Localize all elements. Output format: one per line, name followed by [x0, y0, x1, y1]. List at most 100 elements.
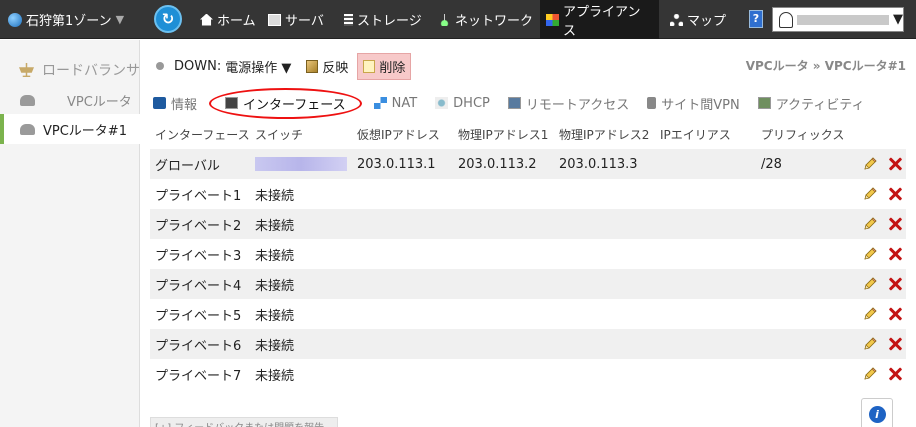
- info-icon: [153, 97, 166, 109]
- chevron-down-icon: ▼: [115, 13, 125, 26]
- cell-vip: [352, 179, 453, 209]
- row-actions: [846, 299, 906, 329]
- delete-x-icon[interactable]: [888, 247, 902, 261]
- cell-alias: [655, 299, 756, 329]
- nav-map[interactable]: マップ: [664, 0, 732, 39]
- nav-network-label: ネットワーク: [455, 14, 534, 29]
- edit-pencil-icon[interactable]: [862, 276, 878, 292]
- nav-network[interactable]: ネットワーク: [432, 0, 539, 39]
- status-dot-icon: [156, 62, 164, 70]
- cell-vip: [352, 299, 453, 329]
- cell-switch: 未接続: [250, 329, 352, 359]
- cell-prefix: [756, 269, 846, 299]
- row-actions: [846, 239, 906, 269]
- delete-x-icon[interactable]: [888, 187, 902, 201]
- edit-pencil-icon[interactable]: [862, 186, 878, 202]
- sidebar-item-label: VPCルータ: [67, 94, 132, 110]
- cell-ip1: [453, 269, 554, 299]
- tab-label: 情報: [171, 97, 198, 113]
- sidebar-item-load-balancer[interactable]: ロードバランサ: [0, 55, 140, 85]
- switch-name-redacted[interactable]: [255, 157, 347, 171]
- delete-x-icon[interactable]: [888, 277, 902, 291]
- tab-dhcp[interactable]: DHCP: [435, 96, 490, 111]
- reflect-button[interactable]: 反映: [301, 54, 353, 79]
- column-header: IPエイリアス: [660, 127, 731, 142]
- cell-ip2: [554, 179, 655, 209]
- cell-switch: 未接続: [255, 188, 295, 204]
- delete-x-icon[interactable]: [888, 157, 902, 171]
- sidebar: ロードバランサ VPCルータ VPCルータ#1: [0, 40, 140, 427]
- tab-info[interactable]: 情報: [153, 94, 197, 113]
- cell-ip2: [554, 329, 655, 359]
- appliance-icon: [546, 13, 559, 26]
- tab-label: インターフェース: [243, 97, 346, 113]
- table-header-row: インターフェース スイッチ 仮想IPアドレス 物理IPアドレス1 物理IPアドレ…: [150, 119, 906, 149]
- cloud-icon: [20, 123, 35, 135]
- cell-iface: プライベート4: [150, 269, 250, 299]
- cell-ip1: [453, 299, 554, 329]
- account-menu[interactable]: ▼: [772, 7, 904, 32]
- edit-pencil-icon[interactable]: [862, 336, 878, 352]
- table-row: プライベート2 未接続: [150, 209, 906, 239]
- delete-button[interactable]: 削除: [357, 52, 412, 80]
- power-menu-button[interactable]: 電源操作 ▼: [225, 57, 291, 76]
- help-icon[interactable]: ?: [749, 10, 763, 28]
- activity-icon: [757, 97, 771, 109]
- row-actions: [846, 149, 906, 179]
- info-icon: i: [868, 405, 886, 423]
- cell-ip2: 203.0.113.3: [554, 149, 655, 179]
- edit-pencil-icon[interactable]: [862, 246, 878, 262]
- table-row: プライベート6 未接続: [150, 329, 906, 359]
- nav-home[interactable]: ホーム: [194, 0, 262, 39]
- sidebar-item-vpc-router[interactable]: VPCルータ: [0, 85, 140, 115]
- cell-switch: 未接続: [255, 248, 295, 264]
- cell-iface: プライベート1: [155, 188, 242, 204]
- top-navigation-bar: 石狩第1ゾーン ▼ ↻ ホーム サーバ ストレージ ネットワーク アプライアンス…: [0, 0, 916, 39]
- delete-icon: [363, 59, 376, 73]
- tab-bar: 情報 インターフェース NAT DHCP リモートアクセス サイト間VPN アク…: [153, 87, 882, 119]
- delete-x-icon[interactable]: [888, 337, 902, 351]
- status-label: DOWN:: [174, 58, 222, 74]
- tab-site-vpn[interactable]: サイト間VPN: [647, 94, 740, 113]
- load-balancer-icon: [19, 63, 34, 77]
- table-row: プライベート4 未接続: [150, 269, 906, 299]
- zone-label: 石狩第1ゾーン: [26, 14, 112, 29]
- edit-pencil-icon[interactable]: [862, 366, 878, 382]
- home-icon: [200, 13, 213, 26]
- nav-storage-label: ストレージ: [357, 14, 422, 29]
- nav-storage[interactable]: ストレージ: [338, 0, 428, 39]
- tab-activity[interactable]: アクティビティ: [757, 94, 864, 113]
- cell-prefix: [756, 239, 846, 269]
- cell-prefix: [756, 179, 846, 209]
- reflect-icon: [306, 59, 319, 73]
- cloud-icon: [20, 94, 35, 106]
- cell-iface: プライベート2: [150, 209, 250, 239]
- nav-server-label: サーバ: [285, 14, 324, 29]
- cell-prefix: [756, 329, 846, 359]
- delete-x-icon[interactable]: [888, 307, 902, 321]
- edit-pencil-icon[interactable]: [862, 156, 878, 172]
- edit-pencil-icon[interactable]: [862, 216, 878, 232]
- cell-iface: グローバル: [150, 149, 250, 179]
- delete-x-icon[interactable]: [888, 217, 902, 231]
- delete-x-icon[interactable]: [888, 367, 902, 381]
- tab-interface[interactable]: インターフェース: [209, 87, 362, 119]
- cell-ip2: [554, 359, 655, 389]
- feedback-link[interactable]: [+] フィードバックまたは問題を報告: [150, 417, 338, 427]
- globe-icon: [8, 12, 22, 27]
- nav-appliance[interactable]: アプライアンス: [540, 0, 659, 39]
- zone-selector[interactable]: 石狩第1ゾーン ▼: [0, 0, 142, 39]
- cell-switch: 未接続: [255, 368, 295, 384]
- interface-table: インターフェース スイッチ 仮想IPアドレス 物理IPアドレス1 物理IPアドレ…: [150, 119, 906, 389]
- tab-remote-access[interactable]: リモートアクセス: [507, 94, 629, 113]
- refresh-button[interactable]: ↻: [154, 5, 182, 33]
- sidebar-item-vpc-router-1[interactable]: VPCルータ#1: [0, 114, 140, 144]
- column-header: 物理IPアドレス2: [559, 127, 650, 142]
- tab-nat[interactable]: NAT: [373, 96, 417, 111]
- row-actions: [846, 329, 906, 359]
- nav-server[interactable]: サーバ: [262, 0, 330, 39]
- cell-vip: [352, 239, 453, 269]
- edit-pencil-icon[interactable]: [862, 306, 878, 322]
- cell-vip: [352, 329, 453, 359]
- info-button[interactable]: i: [861, 398, 893, 427]
